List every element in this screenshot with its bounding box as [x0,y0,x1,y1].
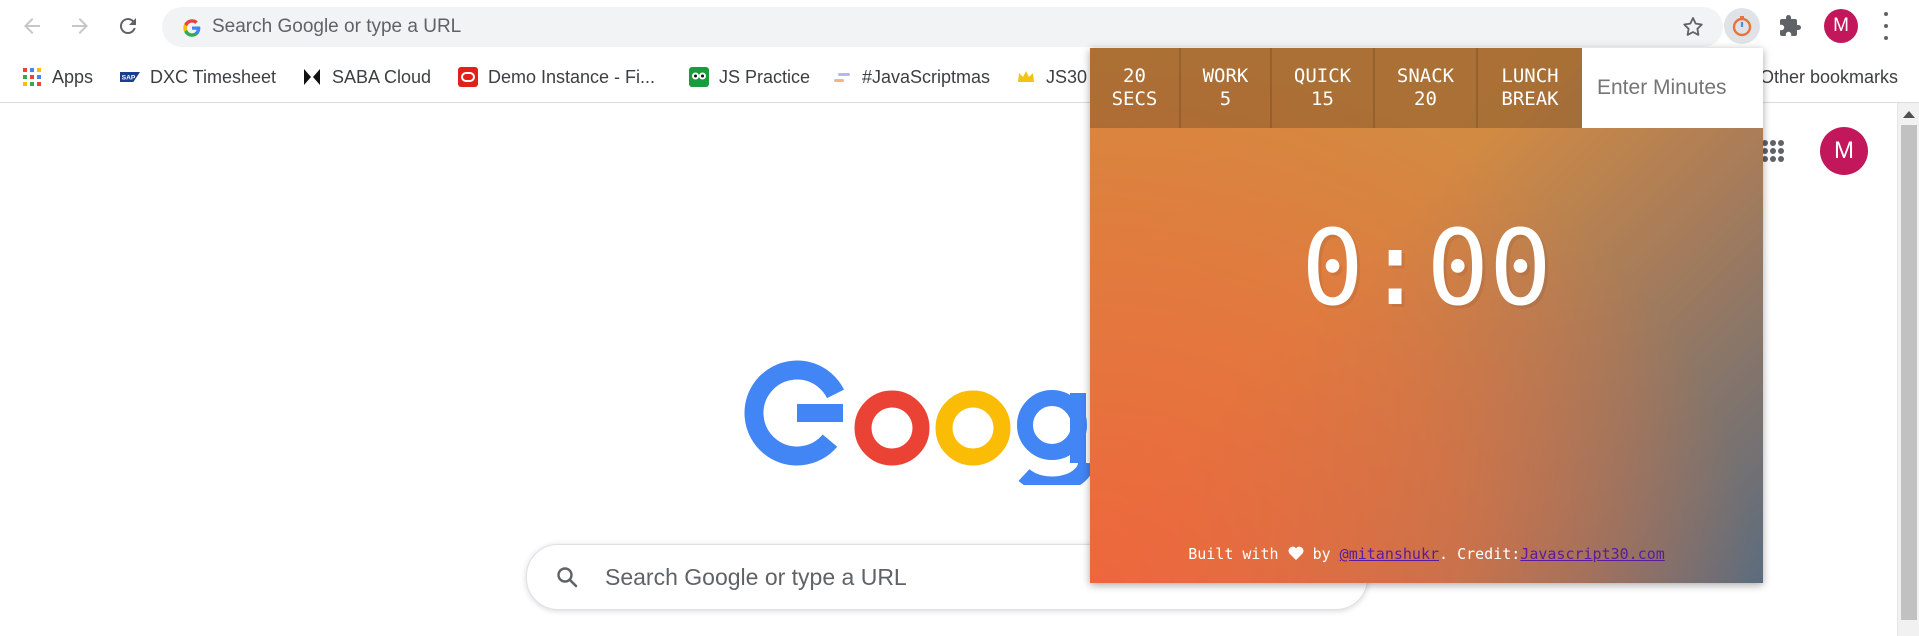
reload-button[interactable] [112,10,144,42]
bookmark-javascriptmas[interactable]: #JavaScriptmas [832,66,990,88]
preset-buttons: 20 SECS WORK 5 QUICK 15 SNACK 20 LUNCH BREAK [1090,48,1582,128]
bookmark-label: Apps [52,66,94,87]
bookmark-label: DXC Timesheet [150,66,277,87]
bookmark-js-practice[interactable]: JS Practice [689,66,810,88]
arrow-left-icon [24,18,40,34]
preset-lunch-break-button[interactable]: LUNCH BREAK [1478,48,1582,128]
stopwatch-icon [1732,16,1752,37]
bookmark-other[interactable]: Other bookmarks [1760,66,1898,88]
bookmark-label: Demo Instance - Fi... [488,66,656,87]
svg-text:SAP: SAP [122,75,136,82]
search-icon [557,567,578,588]
omnibox-placeholder: Search Google or type a URL [212,16,462,37]
google-apps-icon[interactable] [1762,140,1784,162]
search-placeholder: Search Google or type a URL [605,564,907,590]
extensions-button[interactable] [1772,8,1808,44]
heart-icon [1288,546,1303,560]
back-button[interactable] [16,10,48,42]
preset-work-5-button[interactable]: WORK 5 [1181,48,1272,128]
puzzle-piece-icon [1780,15,1801,36]
browser-toolbar: Search Google or type a URL M [0,0,1919,52]
scrimba-icon [834,73,850,82]
page-scrollbar[interactable] [1897,103,1919,636]
timer-display: 0:00 [1301,207,1552,329]
preset-quick-15-button[interactable]: QUICK 15 [1272,48,1375,128]
bookmark-label: Other bookmarks [1760,66,1899,87]
preset-20-secs-button[interactable]: 20 SECS [1090,48,1181,128]
bookmark-saba-cloud[interactable]: SABA Cloud [302,66,431,88]
saba-icon [304,69,320,85]
arrow-right-icon [72,18,88,34]
forward-button[interactable] [64,10,96,42]
owl-icon [689,67,709,87]
timer-popup: 20 SECS WORK 5 QUICK 15 SNACK 20 LUNCH BREAK … [1090,48,1763,583]
google-logo [744,360,1094,485]
omnibox[interactable]: Search Google or type a URL [162,7,1723,47]
popup-footer: Built with by @mitanshukr. Credit:Javasc… [1188,545,1665,563]
enter-minutes-input[interactable] [1582,48,1763,128]
author-link[interactable]: @mitanshukr [1340,545,1439,563]
crown-icon [1018,71,1034,82]
bookmark-label: SABA Cloud [332,66,432,87]
bookmark-dxc-timesheet[interactable]: SAP DXC Timesheet [120,66,276,88]
scroll-thumb[interactable] [1901,125,1917,620]
credit-link[interactable]: Javascript30.com [1520,545,1665,563]
bookmark-js30[interactable]: JS30 [1016,66,1087,88]
profile-avatar[interactable]: M [1824,9,1858,43]
scroll-up-arrow-icon[interactable] [1903,111,1915,118]
chrome-menu-icon[interactable] [1880,12,1892,40]
reload-icon [119,18,136,35]
google-profile-avatar[interactable]: M [1820,127,1868,175]
bookmark-demo-instance[interactable]: Demo Instance - Fi... [458,66,655,88]
sap-icon: SAP [120,72,140,82]
bookmark-label: #JavaScriptmas [862,66,991,87]
bookmark-label: JS30 [1046,66,1088,87]
google-g-icon [183,19,201,37]
oracle-icon [458,67,478,87]
preset-snack-20-button[interactable]: SNACK 20 [1375,48,1478,128]
apps-grid-icon [23,68,41,86]
timer-extension-button[interactable] [1724,8,1760,44]
bookmark-star-icon[interactable] [1681,15,1705,39]
bookmark-apps[interactable]: Apps [22,66,93,88]
bookmark-label: JS Practice [719,66,811,87]
